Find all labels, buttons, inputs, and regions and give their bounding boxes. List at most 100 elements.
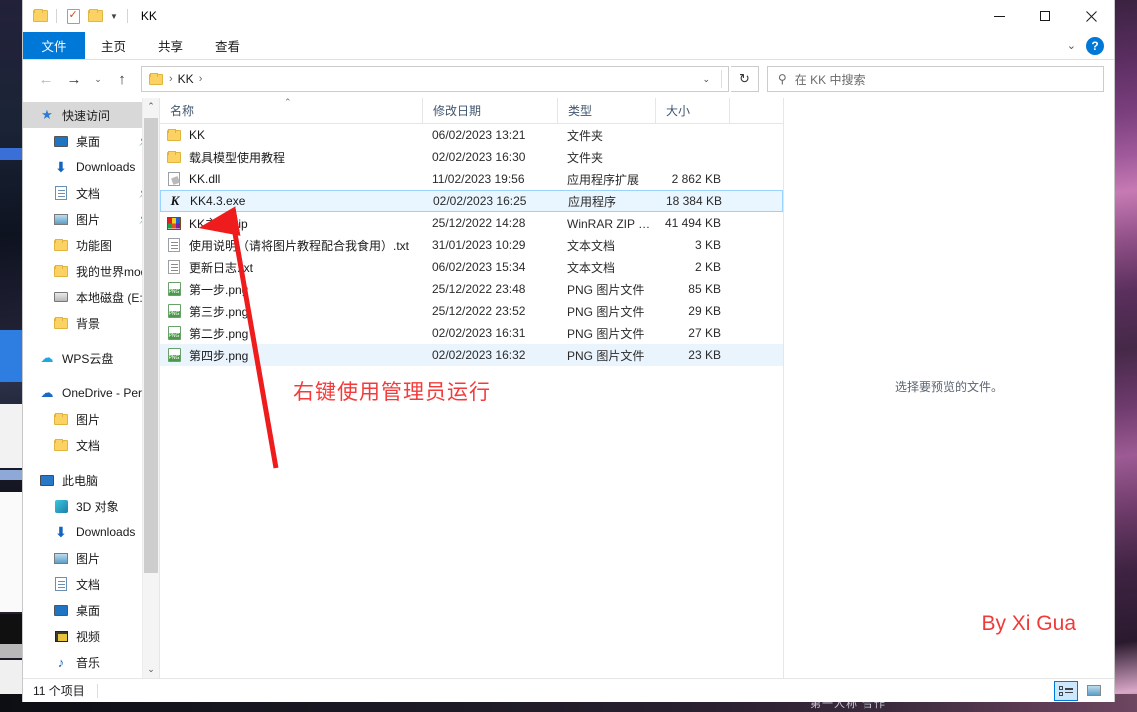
sidebar-item-pc-desktop[interactable]: 桌面: [23, 597, 159, 623]
file-name-cell[interactable]: 载具模型使用教程: [160, 149, 422, 166]
sidebar-item-local-disk-e[interactable]: 本地磁盘 (E:): [23, 284, 159, 310]
type-cell: 应用程序扩展: [567, 172, 640, 187]
tab-view[interactable]: 查看: [199, 32, 256, 59]
scrollbar-thumb[interactable]: [144, 118, 158, 573]
navigation-pane-scrollbar[interactable]: ⌃ ⌄: [142, 98, 159, 678]
scroll-down-arrow[interactable]: ⌄: [143, 661, 159, 678]
size-cell: 2 KB: [694, 260, 721, 274]
column-header-type[interactable]: 类型: [557, 97, 655, 124]
date-modified-cell: 06/02/2023 15:34: [432, 260, 526, 274]
sidebar-item-label: 3D 对象: [76, 499, 119, 514]
sidebar-item-pc-pictures[interactable]: 图片: [23, 545, 159, 571]
minimize-button[interactable]: [976, 0, 1022, 32]
table-row[interactable]: 第四步.png 02/02/2023 16:32 PNG 图片文件 23 KB: [160, 344, 783, 366]
chevron-down-icon[interactable]: ⌄: [1067, 39, 1076, 52]
sidebar-item-label: 快速访问: [62, 108, 111, 123]
sidebar-item-this-pc[interactable]: 此电脑: [23, 467, 159, 493]
png-icon: [166, 303, 182, 319]
tab-home[interactable]: 主页: [85, 32, 142, 59]
details-view-button[interactable]: [1054, 680, 1078, 701]
address-breadcrumb-field[interactable]: › KK › ⌄: [141, 66, 729, 92]
table-row[interactable]: 使用说明（请将图片教程配合我食用）.txt 31/01/2023 10:29 文…: [160, 234, 783, 256]
png-icon: [166, 325, 182, 341]
this-pc-icon: [39, 472, 55, 488]
refresh-button[interactable]: ↻: [731, 66, 759, 92]
file-name-cell[interactable]: KK.dll: [160, 171, 422, 187]
breadcrumb-item-kk[interactable]: KK: [178, 72, 194, 86]
table-row[interactable]: KK 06/02/2023 13:21 文件夹: [160, 124, 783, 146]
file-name-cell[interactable]: 第三步.png: [160, 303, 422, 320]
file-name-cell[interactable]: K KK4.3.exe: [161, 193, 423, 209]
breadcrumb-separator[interactable]: ›: [199, 73, 203, 85]
folder-icon: [148, 71, 164, 87]
date-modified-cell: 31/01/2023 10:29: [432, 238, 526, 252]
chevron-down-icon[interactable]: ⌄: [696, 74, 716, 85]
dll-icon: [166, 171, 182, 187]
large-icons-view-button[interactable]: [1082, 681, 1106, 701]
sidebar-item-label: WPS云盘: [62, 351, 114, 366]
table-row[interactable]: 第二步.png 02/02/2023 16:31 PNG 图片文件 27 KB: [160, 322, 783, 344]
ribbon-tab-bar: 文件 主页 共享 查看 ⌄ ?: [23, 32, 1114, 60]
column-header-size[interactable]: 大小: [655, 97, 729, 124]
forward-button[interactable]: →: [61, 66, 87, 92]
music-icon: ♪: [57, 654, 65, 670]
file-name-cell[interactable]: 更新日志.txt: [160, 259, 422, 276]
sidebar-item-3d-objects[interactable]: 3D 对象: [23, 493, 159, 519]
sidebar-item-downloads[interactable]: ⬇ Downloads 📌: [23, 154, 159, 180]
sidebar-item-beijing[interactable]: 背景: [23, 310, 159, 336]
properties-icon[interactable]: [64, 7, 82, 25]
chevron-down-icon[interactable]: ▼: [108, 12, 120, 21]
tab-share[interactable]: 共享: [142, 32, 199, 59]
breadcrumb-separator: ›: [169, 73, 173, 85]
table-row[interactable]: KK主题.zip 25/12/2022 14:28 WinRAR ZIP 压缩.…: [160, 212, 783, 234]
recent-locations-button[interactable]: ⌄: [89, 66, 107, 92]
quick-access-toolbar: ▼: [23, 7, 131, 25]
close-button[interactable]: [1068, 0, 1114, 32]
sidebar-item-minecraft-mod[interactable]: 我的世界mod: [23, 258, 159, 284]
sidebar-item-pc-downloads[interactable]: ⬇ Downloads: [23, 519, 159, 545]
file-name-cell[interactable]: KK: [160, 127, 422, 143]
sidebar-item-music[interactable]: ♪ 音乐: [23, 649, 159, 675]
sidebar-item-label: 文档: [76, 438, 101, 453]
file-name-cell[interactable]: 第四步.png: [160, 347, 422, 364]
new-folder-icon[interactable]: [86, 7, 104, 25]
tab-file[interactable]: 文件: [23, 32, 85, 59]
help-button[interactable]: ?: [1086, 36, 1104, 55]
sidebar-item-wps-cloud[interactable]: ☁ WPS云盘: [23, 345, 159, 371]
table-row[interactable]: KK.dll 11/02/2023 19:56 应用程序扩展 2 862 KB: [160, 168, 783, 190]
sidebar-item-onedrive-pictures[interactable]: 图片: [23, 406, 159, 432]
sidebar-item-desktop[interactable]: 桌面 📌: [23, 128, 159, 154]
folder-icon: [53, 437, 69, 453]
column-header-date-modified[interactable]: 修改日期: [422, 97, 557, 124]
size-cell: 41 494 KB: [664, 216, 721, 230]
sidebar-item-onedrive-documents[interactable]: 文档: [23, 432, 159, 458]
sidebar-item-gongnengtu[interactable]: 功能图: [23, 232, 159, 258]
view-toggle-group: [1054, 680, 1114, 701]
column-header-name[interactable]: 名称: [160, 98, 422, 124]
sidebar-item-videos[interactable]: 视频: [23, 623, 159, 649]
up-button[interactable]: ↑: [109, 66, 135, 92]
maximize-button[interactable]: [1022, 0, 1068, 32]
scroll-up-arrow[interactable]: ⌃: [143, 98, 159, 115]
sidebar-item-pictures[interactable]: 图片 📌: [23, 206, 159, 232]
folder-icon[interactable]: [31, 7, 49, 25]
search-box[interactable]: ⚲ 在 KK 中搜索: [767, 66, 1104, 92]
table-row[interactable]: 更新日志.txt 06/02/2023 15:34 文本文档 2 KB: [160, 256, 783, 278]
file-name-cell[interactable]: 第二步.png: [160, 325, 422, 342]
type-cell: 文本文档: [567, 260, 616, 275]
table-row[interactable]: 第三步.png 25/12/2022 23:52 PNG 图片文件 29 KB: [160, 300, 783, 322]
sidebar-item-label: 功能图: [76, 238, 113, 253]
file-name-cell[interactable]: KK主题.zip: [160, 215, 422, 232]
sidebar-item-documents[interactable]: 文档 📌: [23, 180, 159, 206]
sidebar-item-onedrive[interactable]: ☁ OneDrive - Pers: [23, 380, 159, 406]
table-row[interactable]: 第一步.png 25/12/2022 23:48 PNG 图片文件 85 KB: [160, 278, 783, 300]
size-cell: 23 KB: [688, 348, 721, 362]
table-row[interactable]: 载具模型使用教程 02/02/2023 16:30 文件夹: [160, 146, 783, 168]
table-row[interactable]: K KK4.3.exe 02/02/2023 16:25 应用程序 18 384…: [160, 190, 783, 212]
sidebar-item-os-c[interactable]: OS (C:): [23, 675, 159, 678]
file-name-cell[interactable]: 使用说明（请将图片教程配合我食用）.txt: [160, 237, 422, 254]
file-name-cell[interactable]: 第一步.png: [160, 281, 422, 298]
back-button[interactable]: ←: [33, 66, 59, 92]
sidebar-item-pc-documents[interactable]: 文档: [23, 571, 159, 597]
sidebar-item-quick-access[interactable]: ★ 快速访问: [23, 102, 159, 128]
